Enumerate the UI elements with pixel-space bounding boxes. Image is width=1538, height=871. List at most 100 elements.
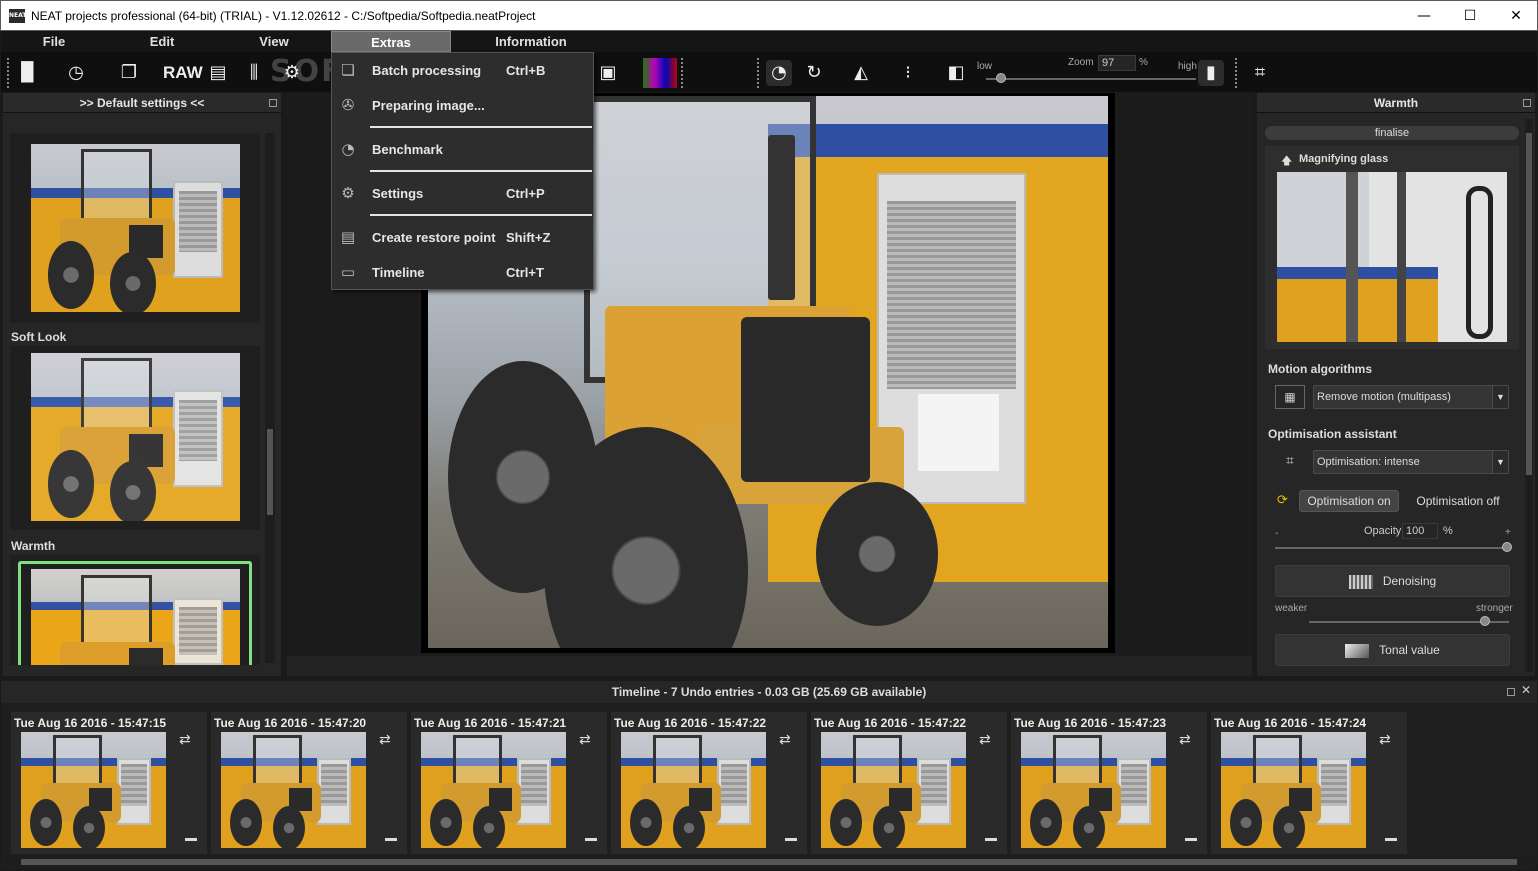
menu-item-shortcut: Ctrl+P [506, 186, 545, 201]
close-button[interactable]: ✕ [1493, 1, 1538, 31]
menu-item-benchmark[interactable]: ◔ Benchmark [332, 134, 593, 164]
split-view-icon[interactable]: ⁝ [895, 60, 921, 86]
menu-file[interactable]: File [21, 31, 87, 52]
menu-item-timeline[interactable]: ▭ Timeline Ctrl+T [332, 257, 593, 287]
restore-swap-icon[interactable]: ⇄ [1379, 732, 1391, 748]
image-export-icon[interactable]: ▤ [205, 60, 231, 86]
tonal-curve-icon [1345, 643, 1370, 658]
timeline-entry[interactable]: Tue Aug 16 2016 - 15:47:22 ⇄ [611, 712, 807, 854]
open-files-icon[interactable]: ❐ [116, 60, 142, 86]
before-after-icon[interactable]: ◧ [943, 60, 969, 86]
timeline-entry[interactable]: Tue Aug 16 2016 - 15:47:20 ⇄ [211, 712, 407, 854]
motion-algorithm-dropdown[interactable]: Remove motion (multipass) ▼ [1313, 385, 1509, 409]
denoise-slider[interactable] [1309, 621, 1509, 623]
remove-entry-icon[interactable] [1385, 838, 1397, 841]
restore-swap-icon[interactable]: ⇄ [579, 732, 591, 748]
optimisation-off-button[interactable]: Optimisation off [1407, 490, 1509, 512]
menu-item-create-restore-point[interactable]: ▤ Create restore point Shift+Z [332, 222, 593, 252]
timeline-scrollbar-thumb[interactable] [21, 859, 1517, 865]
optimisation-on-button[interactable]: Optimisation on [1299, 490, 1399, 512]
restore-swap-icon[interactable]: ⇄ [779, 732, 791, 748]
zoom-slider-thumb[interactable] [996, 73, 1006, 83]
presets-scrollbar[interactable] [265, 133, 275, 663]
opacity-input[interactable]: 100 [1402, 523, 1438, 539]
timeline-thumbnail[interactable] [1021, 732, 1166, 848]
presets-panel-header: >> Default settings << [3, 93, 281, 113]
timeline-thumbnail[interactable] [821, 732, 966, 848]
preset-card-warmth[interactable] [10, 555, 260, 665]
remove-entry-icon[interactable] [985, 838, 997, 841]
restore-swap-icon[interactable]: ⇄ [1179, 732, 1191, 748]
refresh-icon[interactable]: ⟳ [1277, 493, 1288, 508]
timeline-entry[interactable]: Tue Aug 16 2016 - 15:47:21 ⇄ [411, 712, 607, 854]
opacity-slider[interactable] [1275, 547, 1507, 549]
opacity-minus-label: - [1275, 528, 1279, 539]
timeline-thumbnail[interactable] [221, 732, 366, 848]
filter-panel-scrollbar-thumb[interactable] [1526, 133, 1532, 475]
menu-information[interactable]: Information [471, 31, 591, 52]
magnifier-preview[interactable] [1277, 172, 1507, 342]
zoom-label: Zoom [1068, 57, 1094, 68]
undock-icon[interactable] [269, 99, 277, 107]
menu-item-batch-processing[interactable]: ❏ Batch processing Ctrl+B [332, 55, 593, 85]
optimisation-grid-icon[interactable]: ⌗ [1275, 450, 1305, 474]
tonal-value-button[interactable]: Tonal value [1275, 634, 1510, 666]
undock-icon[interactable] [1507, 688, 1515, 696]
zoom-slider[interactable] [986, 78, 1196, 80]
menu-extras[interactable]: Extras [331, 31, 451, 52]
menu-view[interactable]: View [241, 31, 307, 52]
collapse-arrow-icon[interactable]: 🡅 [1281, 152, 1292, 171]
remove-entry-icon[interactable] [1185, 838, 1197, 841]
adjustments-icon[interactable]: ⫼ [241, 60, 267, 86]
remove-entry-icon[interactable] [185, 838, 197, 841]
close-timeline-icon[interactable]: ✕ [1521, 683, 1531, 697]
timeline-entry-date: Tue Aug 16 2016 - 15:47:24 [1214, 716, 1367, 730]
undock-icon[interactable] [1523, 99, 1531, 107]
history-icon[interactable]: ◷ [63, 60, 89, 86]
menu-item-settings[interactable]: ⚙ Settings Ctrl+P [332, 178, 593, 208]
preset-card[interactable] [10, 133, 260, 323]
single-view-icon[interactable]: ▮ [1198, 60, 1224, 86]
menu-edit[interactable]: Edit [129, 31, 195, 52]
timeline-entry[interactable]: Tue Aug 16 2016 - 15:47:22 ⇄ [811, 712, 1007, 854]
filter-panel-scrollbar[interactable] [1525, 119, 1533, 672]
menu-item-label: Timeline [372, 265, 425, 280]
remove-entry-icon[interactable] [385, 838, 397, 841]
histogram-icon[interactable] [643, 58, 677, 88]
timeline-thumbnail[interactable] [421, 732, 566, 848]
motion-timer-icon[interactable]: ◔ [766, 60, 792, 86]
timeline-entry[interactable]: Tue Aug 16 2016 - 15:47:24 ⇄ [1211, 712, 1407, 854]
menu-item-preparing-image[interactable]: ✇ Preparing image... [332, 90, 593, 120]
extras-dropdown-menu: ❏ Batch processing Ctrl+B ✇ Preparing im… [331, 52, 594, 290]
finalise-button[interactable]: finalise [1265, 126, 1519, 140]
new-project-icon[interactable]: ▉ [15, 60, 41, 86]
document-icon[interactable]: ▣ [595, 60, 621, 86]
optimisation-dropdown[interactable]: Optimisation: intense ▼ [1313, 450, 1509, 474]
minimize-button[interactable]: — [1401, 1, 1447, 31]
opacity-slider-thumb[interactable] [1502, 542, 1512, 552]
mirror-icon[interactable]: ◭ [848, 60, 874, 86]
timeline-scrollbar[interactable] [7, 857, 1531, 867]
remove-entry-icon[interactable] [585, 838, 597, 841]
restore-swap-icon[interactable]: ⇄ [379, 732, 391, 748]
preset-card-soft-look[interactable] [10, 346, 260, 530]
presets-scrollbar-thumb[interactable] [267, 429, 273, 515]
motion-grid-icon[interactable]: ▦ [1275, 385, 1305, 409]
remove-entry-icon[interactable] [785, 838, 797, 841]
maximize-button[interactable]: ☐ [1447, 1, 1493, 31]
restore-swap-icon[interactable]: ⇄ [179, 732, 191, 748]
timeline-thumbnail[interactable] [21, 732, 166, 848]
toolbar-separator [681, 58, 683, 88]
timeline-thumbnail[interactable] [621, 732, 766, 848]
denoise-slider-thumb[interactable] [1480, 616, 1490, 626]
denoising-button[interactable]: Denoising [1275, 565, 1510, 597]
raw-button[interactable]: RAW [163, 60, 203, 86]
crop-icon[interactable]: ⌗ [1247, 60, 1273, 86]
timeline-entry[interactable]: Tue Aug 16 2016 - 15:47:23 ⇄ [1011, 712, 1207, 854]
image-horizontal-scrollbar[interactable] [287, 656, 1252, 676]
zoom-input[interactable]: 97 [1098, 55, 1136, 71]
timeline-thumbnail[interactable] [1221, 732, 1366, 848]
rotate-icon[interactable]: ↻ [801, 60, 827, 86]
timeline-entry[interactable]: Tue Aug 16 2016 - 15:47:15 ⇄ [11, 712, 207, 854]
restore-swap-icon[interactable]: ⇄ [979, 732, 991, 748]
